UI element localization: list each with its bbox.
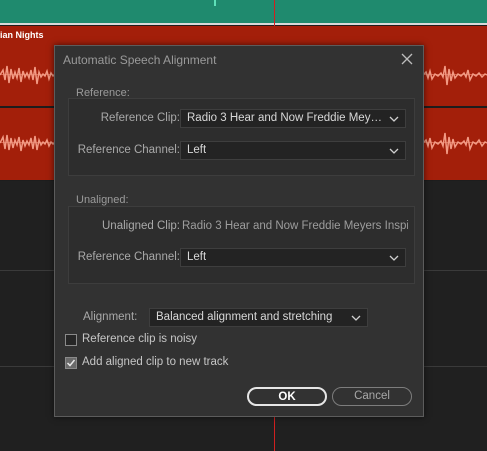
- unaligned-clip-value: Radio 3 Hear and Now Freddie Meyers Insp…: [182, 220, 408, 232]
- dialog-titlebar[interactable]: Automatic Speech Alignment: [55, 46, 423, 74]
- clip-title: ian Nights: [0, 30, 44, 40]
- waveform-left-1: [0, 65, 56, 85]
- add-to-new-track-label: Add aligned clip to new track: [82, 356, 229, 368]
- unaligned-group: [68, 206, 415, 284]
- noisy-checkbox-row[interactable]: Reference clip is noisy: [65, 333, 265, 349]
- reference-clip-value: Radio 3 Hear and Now Freddie Meyers ...: [187, 112, 383, 124]
- unaligned-clip-label: Unaligned Clip:: [102, 220, 180, 232]
- unaligned-channel-dropdown[interactable]: Left: [180, 248, 406, 267]
- reference-noisy-checkbox[interactable]: [65, 334, 77, 346]
- reference-clip-label: Reference Clip:: [100, 112, 180, 124]
- green-waveform-peak: [214, 0, 216, 6]
- unaligned-channel-label: Reference Channel:: [77, 251, 180, 263]
- close-button[interactable]: [399, 51, 415, 67]
- close-icon: [401, 53, 413, 65]
- cancel-button[interactable]: Cancel: [332, 387, 412, 406]
- track-divider: [0, 23, 487, 25]
- ok-button[interactable]: OK: [247, 387, 327, 406]
- green-audio-track: [0, 0, 487, 23]
- chevron-down-icon: [351, 315, 361, 321]
- playhead-line[interactable]: [274, 0, 275, 26]
- chevron-down-icon: [389, 255, 399, 261]
- checkmark-icon: [66, 359, 76, 367]
- unaligned-channel-value: Left: [187, 251, 207, 263]
- reference-group-label: Reference:: [76, 87, 130, 99]
- alignment-label: Alignment:: [83, 311, 138, 323]
- playhead-line[interactable]: [274, 415, 275, 451]
- dialog-title: Automatic Speech Alignment: [63, 53, 217, 67]
- chevron-down-icon: [389, 116, 399, 122]
- unaligned-group-label: Unaligned:: [76, 194, 129, 206]
- reference-channel-label: Reference Channel:: [77, 144, 180, 156]
- reference-clip-dropdown[interactable]: Radio 3 Hear and Now Freddie Meyers ...: [180, 109, 406, 128]
- waveform-left-2: [0, 134, 56, 152]
- add-to-new-track-checkbox[interactable]: [65, 357, 77, 369]
- alignment-value: Balanced alignment and stretching: [156, 311, 333, 323]
- waveform-right-2: [423, 132, 487, 155]
- reference-noisy-label: Reference clip is noisy: [82, 333, 198, 345]
- chevron-down-icon: [389, 148, 399, 154]
- reference-channel-dropdown[interactable]: Left: [180, 141, 406, 160]
- reference-channel-value: Left: [187, 144, 207, 156]
- speech-alignment-dialog: Automatic Speech Alignment Reference: Re…: [54, 45, 424, 417]
- alignment-dropdown[interactable]: Balanced alignment and stretching: [149, 308, 368, 327]
- waveform-right-1: [423, 65, 487, 86]
- new-track-checkbox-row[interactable]: Add aligned clip to new track: [65, 356, 285, 372]
